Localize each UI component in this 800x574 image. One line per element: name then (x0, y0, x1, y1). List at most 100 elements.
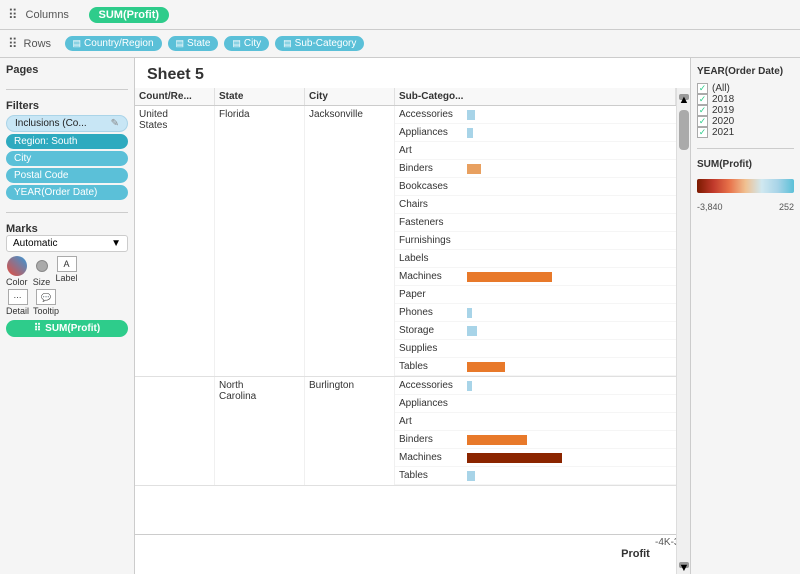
marks-section: Marks Automatic ▼ Color Size (6, 223, 128, 337)
rows-grid-icon: ⠿ (8, 36, 18, 52)
country-cell: UnitedStates (135, 106, 215, 376)
legend-item-2021[interactable]: ✓ 2021 (697, 127, 794, 138)
bar-binders (467, 164, 481, 174)
col-header-city: City (305, 88, 395, 105)
checkbox-all[interactable]: ✓ (697, 83, 708, 94)
state-icon: ▤ (176, 38, 185, 49)
row-pill-state[interactable]: ▤ State (168, 36, 219, 51)
list-item: Tables (395, 467, 676, 485)
scrollbar-down-arrow[interactable]: ▼ (679, 562, 689, 568)
scrollbar-up-arrow[interactable]: ▲ (679, 94, 689, 100)
group-block-burlington: NorthCarolina Burlington Accessories (135, 377, 676, 486)
list-item: Binders (395, 431, 676, 449)
postal-filter[interactable]: Postal Code (6, 168, 128, 183)
list-item: Fasteners (395, 214, 676, 232)
year-legend-title: YEAR(Order Date) (697, 66, 794, 77)
scrollbar-thumb[interactable] (679, 110, 689, 150)
state-cell-nc: NorthCarolina (215, 377, 305, 485)
sum-profit-columns-pill[interactable]: SUM(Profit) (89, 7, 170, 23)
sum-profit-mark-btn[interactable]: ⠿ SUM(Profit) (6, 320, 128, 337)
col-header-country: Count/Re... (135, 88, 215, 105)
legend-item-2018[interactable]: ✓ 2018 (697, 94, 794, 105)
filters-section: Filters Inclusions (Co... ✎ Region: Sout… (6, 100, 128, 202)
list-item: Tables (395, 358, 676, 376)
chart-scroll[interactable]: UnitedStates Florida Jacksonville Access… (135, 106, 676, 534)
rows-label: Rows (24, 38, 59, 50)
tooltip-mark-btn[interactable]: 💬 Tooltip (33, 289, 59, 316)
size-mark-btn[interactable]: Size (32, 256, 52, 287)
list-item: Paper (395, 286, 676, 304)
list-item: Supplies (395, 340, 676, 358)
list-item: Chairs (395, 196, 676, 214)
checkbox-2018[interactable]: ✓ (697, 94, 708, 105)
row-pill-subcategory[interactable]: ▤ Sub-Category (275, 36, 364, 51)
bar-storage (467, 326, 477, 336)
chart-scrollbar[interactable]: ▲ ▼ (676, 88, 690, 574)
chart-main: Count/Re... State City Sub-Catego... (135, 88, 676, 574)
list-item: Art (395, 413, 676, 431)
country-region-icon: ▤ (73, 38, 82, 49)
size-icon (32, 256, 52, 276)
marks-title: Marks (6, 223, 128, 235)
city-cell-burlington: Burlington (305, 377, 395, 485)
checkbox-2020[interactable]: ✓ (697, 116, 708, 127)
legend-item-all[interactable]: ✓ (All) (697, 83, 794, 94)
row-pill-city[interactable]: ▤ City (224, 36, 269, 51)
group-header-row2: NorthCarolina Burlington Accessories (135, 377, 676, 485)
list-item: Binders (395, 160, 676, 178)
bar-tables2 (467, 471, 475, 481)
state-cell-florida: Florida (215, 106, 305, 376)
left-panel: Pages Filters Inclusions (Co... ✎ Region… (0, 58, 135, 574)
subcategory-bars-jacksonville: Accessories Appliances (395, 106, 676, 376)
city-cell-jacksonville: Jacksonville (305, 106, 395, 376)
city-filter[interactable]: City (6, 151, 128, 166)
legend-item-2019[interactable]: ✓ 2019 (697, 105, 794, 116)
x-axis: -4K -3K -2K -1K 0K Profit (135, 534, 676, 574)
edit-icon: ✎ (111, 118, 119, 129)
pages-title: Pages (6, 64, 128, 76)
region-filter[interactable]: Region: South (6, 134, 128, 149)
bar-binders2 (467, 435, 527, 445)
bar-accessories (467, 110, 475, 120)
list-item: Appliances (395, 124, 676, 142)
legend-item-2020[interactable]: ✓ 2020 (697, 116, 794, 127)
dots-icon: ⠿ (34, 323, 41, 334)
color-legend-values: -3,840 252 (697, 202, 794, 212)
checkbox-2019[interactable]: ✓ (697, 105, 708, 116)
list-item: Machines (395, 268, 676, 286)
list-item: Appliances (395, 395, 676, 413)
inclusions-filter[interactable]: Inclusions (Co... ✎ (6, 115, 128, 132)
group-header-row: UnitedStates Florida Jacksonville Access… (135, 106, 676, 376)
sheet-area: Sheet 5 Count/Re... State City Sub-Categ… (135, 58, 690, 574)
checkbox-2021[interactable]: ✓ (697, 127, 708, 138)
list-item: Accessories (395, 106, 676, 124)
x-ticks: -4K -3K -2K -1K 0K (395, 535, 676, 548)
columns-label: Columns (26, 9, 81, 21)
list-item: Phones (395, 304, 676, 322)
marks-icons-row2: ⋯ Detail 💬 Tooltip (6, 289, 128, 316)
tooltip-icon: 💬 (36, 289, 56, 305)
list-item: Furnishings (395, 232, 676, 250)
bar-appliances (467, 128, 473, 138)
list-item: Labels (395, 250, 676, 268)
columns-bar: ⠿ Columns SUM(Profit) (0, 0, 800, 30)
city-icon: ▤ (232, 38, 241, 49)
country-cell-2 (135, 377, 215, 485)
subcategory-bars-burlington: Accessories Appliances (395, 377, 676, 485)
chevron-down-icon: ▼ (111, 238, 121, 249)
table-header: Count/Re... State City Sub-Catego... (135, 88, 676, 106)
list-item: Storage (395, 322, 676, 340)
right-panel: YEAR(Order Date) ✓ (All) ✓ 2018 ✓ 2019 ✓… (690, 58, 800, 574)
row-pill-country[interactable]: ▤ Country/Region (65, 36, 162, 51)
data-table: UnitedStates Florida Jacksonville Access… (135, 106, 676, 486)
year-filter[interactable]: YEAR(Order Date) (6, 185, 128, 200)
detail-mark-btn[interactable]: ⋯ Detail (6, 289, 29, 316)
detail-icon: ⋯ (8, 289, 28, 305)
year-legend-items: ✓ (All) ✓ 2018 ✓ 2019 ✓ 2020 ✓ 2021 (697, 83, 794, 138)
label-mark-btn[interactable]: A Label (56, 256, 78, 287)
list-item: Accessories (395, 377, 676, 395)
bar-tables (467, 362, 505, 372)
marks-type-select[interactable]: Automatic ▼ (6, 235, 128, 252)
color-mark-btn[interactable]: Color (6, 256, 28, 287)
x-axis-label: Profit (395, 548, 676, 560)
